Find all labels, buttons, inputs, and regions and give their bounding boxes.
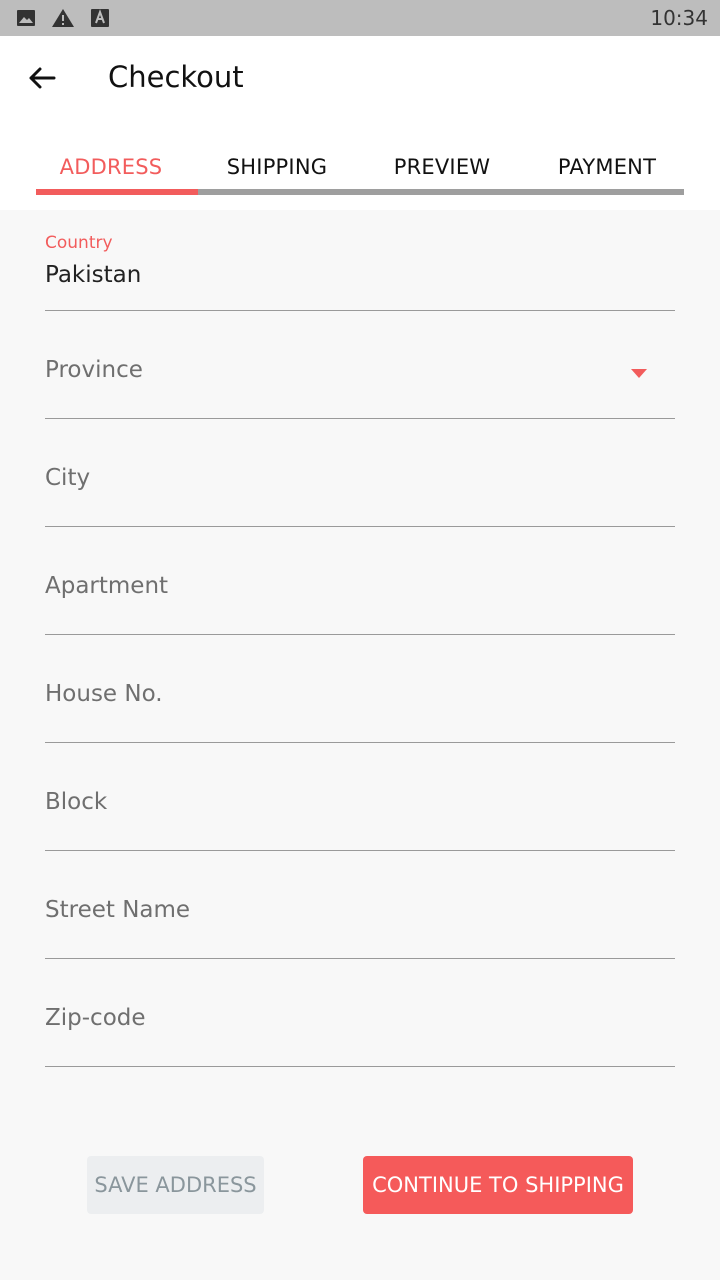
status-time: 10:34	[650, 6, 708, 30]
tab-preview[interactable]: PREVIEW	[360, 144, 524, 190]
back-button[interactable]	[22, 58, 62, 98]
status-bar: 10:34	[0, 0, 720, 36]
checkout-tabs: ADDRESS SHIPPING PREVIEW PAYMENT	[36, 144, 684, 196]
province-select[interactable]: Province	[45, 311, 675, 419]
block-field[interactable]: Block	[45, 743, 675, 851]
dropdown-arrow-icon[interactable]	[631, 369, 647, 378]
save-address-button[interactable]: SAVE ADDRESS	[87, 1156, 264, 1214]
arrow-left-icon	[29, 67, 56, 89]
street-name-field[interactable]: Street Name	[45, 851, 675, 959]
block-placeholder: Block	[45, 789, 108, 815]
text-a-icon	[91, 9, 109, 27]
city-placeholder: City	[45, 465, 91, 491]
page-title: Checkout	[108, 60, 244, 94]
apartment-placeholder: Apartment	[45, 573, 169, 599]
tab-address[interactable]: ADDRESS	[36, 144, 186, 190]
city-field[interactable]: City	[45, 419, 675, 527]
house-no-placeholder: House No.	[45, 681, 163, 707]
continue-to-shipping-button[interactable]: CONTINUE TO SHIPPING	[363, 1156, 633, 1214]
province-placeholder: Province	[45, 357, 143, 383]
country-label: Country	[45, 233, 113, 253]
apartment-field[interactable]: Apartment	[45, 527, 675, 635]
tab-indicator	[36, 189, 198, 195]
street-name-placeholder: Street Name	[45, 897, 191, 923]
tab-payment[interactable]: PAYMENT	[526, 144, 688, 190]
house-no-field[interactable]: House No.	[45, 635, 675, 743]
country-value: Pakistan	[45, 262, 142, 288]
warning-icon	[52, 9, 74, 27]
image-icon	[17, 10, 35, 26]
app-bar: Checkout ADDRESS SHIPPING PREVIEW PAYMEN…	[0, 36, 720, 210]
tab-shipping[interactable]: SHIPPING	[198, 144, 356, 190]
zip-code-field[interactable]: Zip-code	[45, 959, 675, 1067]
zip-code-placeholder: Zip-code	[45, 1005, 146, 1031]
country-field[interactable]: Country Pakistan	[45, 210, 675, 311]
